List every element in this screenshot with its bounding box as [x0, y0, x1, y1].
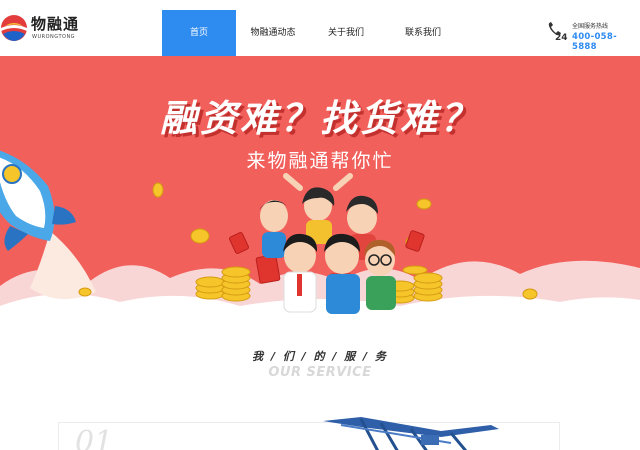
banner-subline: 来物融通帮你忙: [246, 150, 394, 172]
site-header: 物融通 WURONGTONG 首页 物融通动态 关于我们 联系我们 24 全国服…: [0, 0, 640, 56]
service-hotline: 24 全国服务热线 400-058-5888: [546, 20, 640, 52]
nav-item-news[interactable]: 物融通动态: [236, 10, 310, 56]
hero-banner: 融资难？找货难？ 来物融通帮你忙: [0, 56, 640, 326]
svg-text:24: 24: [555, 33, 568, 42]
crane-icon: [323, 417, 499, 450]
nav-item-about[interactable]: 关于我们: [310, 10, 382, 56]
hotline-number[interactable]: 400-058-5888: [572, 32, 640, 52]
main-nav: 首页 物融通动态 关于我们 联系我们: [162, 10, 464, 56]
banner-headline: 融资难？找货难？: [160, 97, 480, 140]
nav-item-home[interactable]: 首页: [162, 10, 236, 56]
page: 物融通 WURONGTONG 首页 物融通动态 关于我们 联系我们 24 全国服…: [0, 0, 640, 450]
service-card[interactable]: 01: [58, 417, 560, 450]
service-title: 我 / 们 / 的 / 服 / 务: [252, 350, 388, 363]
nav-item-contact[interactable]: 联系我们: [382, 10, 464, 56]
phone-24h-icon: 24: [548, 22, 568, 42]
logo-mark-icon: [1, 15, 27, 41]
hotline-label: 全国服务热线: [572, 23, 609, 30]
logo-name: 物融通: [31, 15, 80, 33]
logo-subtitle: WURONGTONG: [32, 34, 76, 40]
service-subtitle: OUR SERVICE: [268, 365, 372, 380]
site-logo[interactable]: 物融通 WURONGTONG: [0, 12, 90, 48]
service-card-number: 01: [75, 425, 114, 450]
